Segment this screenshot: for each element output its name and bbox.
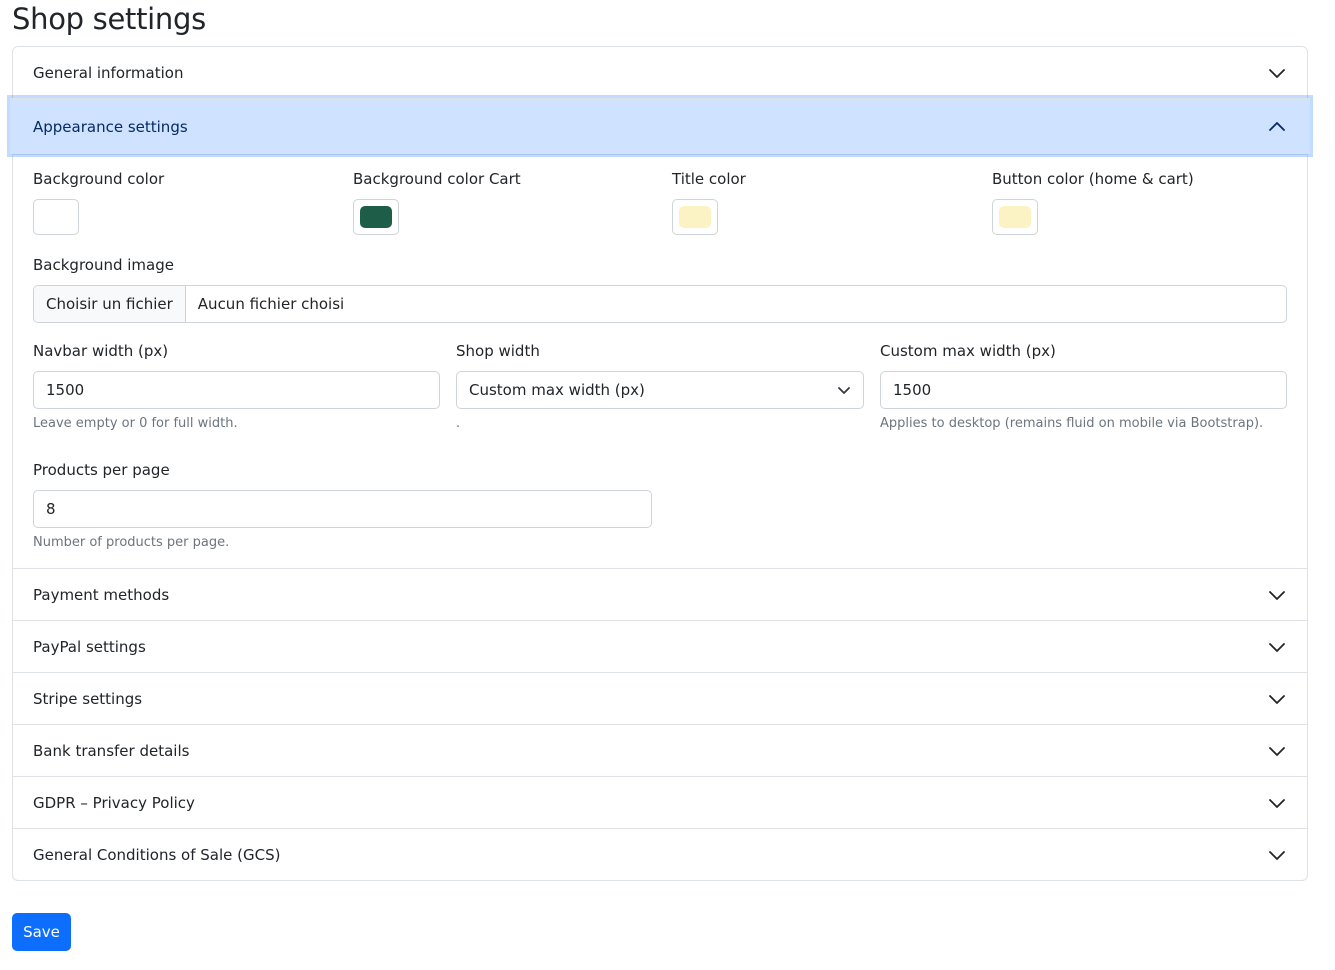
chevron-down-icon (1269, 746, 1285, 756)
navbar-width-input[interactable]: 1500 (33, 371, 440, 409)
section-general-header[interactable]: General information (13, 47, 1307, 98)
section-gdpr-title: GDPR – Privacy Policy (33, 793, 195, 812)
navbar-width-label: Navbar width (px) (33, 342, 169, 360)
save-button[interactable]: Save (12, 913, 71, 951)
section-gcs-header[interactable]: General Conditions of Sale (GCS) (13, 828, 1307, 880)
button-color-label: Button color (home & cart) (992, 170, 1194, 188)
background-color-swatch (40, 206, 72, 228)
chevron-down-icon (1269, 798, 1285, 808)
choose-file-button[interactable]: Choisir un fichier (34, 286, 186, 322)
shop-width-select[interactable]: Custom max width (px) (456, 371, 864, 409)
section-stripe-title: Stripe settings (33, 689, 143, 708)
section-bank-title: Bank transfer details (33, 741, 190, 760)
button-color-swatch (999, 206, 1031, 228)
custom-max-width-label: Custom max width (px) (880, 342, 1056, 360)
section-bank-header[interactable]: Bank transfer details (13, 724, 1307, 776)
background-color-label: Background color (33, 170, 165, 188)
shop-width-selected: Custom max width (px) (469, 381, 645, 399)
background-color-cart-label: Background color Cart (353, 170, 521, 188)
chevron-down-icon (1269, 68, 1285, 78)
chevron-down-icon (838, 387, 850, 394)
navbar-width-value: 1500 (46, 381, 85, 399)
title-color-picker[interactable] (672, 199, 718, 235)
background-color-cart-picker[interactable] (353, 199, 399, 235)
background-color-cart-swatch (360, 206, 392, 228)
background-image-input[interactable]: Choisir un fichier Aucun fichier choisi (33, 285, 1287, 323)
custom-max-width-input[interactable]: 1500 (880, 371, 1287, 409)
background-image-label: Background image (33, 256, 174, 274)
title-color-label: Title color (672, 170, 746, 188)
products-per-page-help: Number of products per page. (33, 535, 230, 550)
section-paypal-title: PayPal settings (33, 637, 146, 656)
shop-width-label: Shop width (456, 342, 540, 360)
custom-max-width-value: 1500 (893, 381, 932, 399)
background-color-picker[interactable] (33, 199, 79, 235)
chevron-down-icon (1269, 694, 1285, 704)
section-appearance-body: Background color Background color Cart T… (13, 154, 1307, 568)
section-payment-header[interactable]: Payment methods (13, 568, 1307, 620)
navbar-width-help: Leave empty or 0 for full width. (33, 416, 238, 431)
settings-accordion: General information Appearance settings … (10, 46, 1310, 881)
section-stripe-header[interactable]: Stripe settings (13, 672, 1307, 724)
shop-width-help: . (456, 416, 461, 431)
section-gdpr-header[interactable]: GDPR – Privacy Policy (13, 776, 1307, 828)
title-color-swatch (679, 206, 711, 228)
section-appearance-title: Appearance settings (33, 117, 188, 136)
chevron-up-icon (1269, 121, 1285, 131)
products-per-page-input[interactable]: 8 (33, 490, 652, 528)
products-per-page-label: Products per page (33, 461, 170, 479)
chevron-down-icon (1269, 642, 1285, 652)
button-color-picker[interactable] (992, 199, 1038, 235)
page-title: Shop settings (12, 2, 206, 36)
products-per-page-value: 8 (46, 500, 56, 518)
section-payment-title: Payment methods (33, 585, 170, 604)
section-gcs-title: General Conditions of Sale (GCS) (33, 845, 281, 864)
chevron-down-icon (1269, 590, 1285, 600)
section-paypal-header[interactable]: PayPal settings (13, 620, 1307, 672)
custom-max-width-help: Applies to desktop (remains fluid on mob… (880, 416, 1264, 431)
chevron-down-icon (1269, 850, 1285, 860)
file-status: Aucun fichier choisi (197, 295, 345, 313)
section-general-title: General information (33, 63, 184, 82)
section-appearance-header[interactable]: Appearance settings (10, 98, 1310, 154)
